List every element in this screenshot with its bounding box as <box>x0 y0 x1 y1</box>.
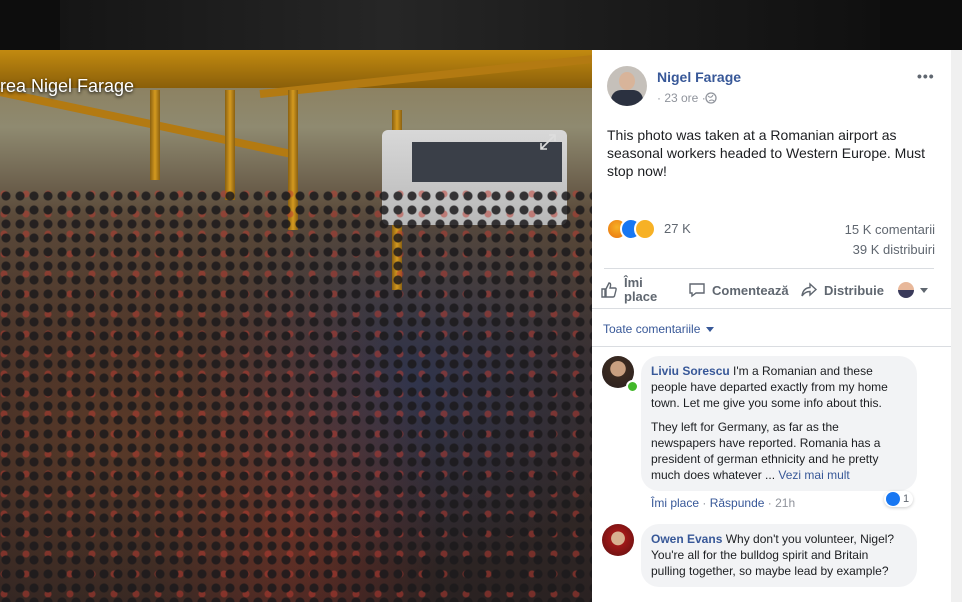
comment-bubble: Liviu Sorescu I'm a Romanian and these p… <box>641 356 917 491</box>
divider <box>592 308 951 309</box>
commenter-name[interactable]: Owen Evans <box>651 532 722 546</box>
comments-sort[interactable]: Toate comentariile <box>603 322 715 336</box>
scrollbar[interactable] <box>951 50 962 602</box>
comment-text: Why don't you volunteer, Nigel? <box>725 532 895 546</box>
author-avatar[interactable] <box>607 66 647 106</box>
comments-sort-label: Toate comentariile <box>603 322 701 336</box>
top-bar <box>0 0 962 50</box>
crowd <box>0 190 592 602</box>
divider <box>592 346 951 347</box>
comment-time[interactable]: 21h <box>775 496 795 510</box>
pillar <box>150 90 160 180</box>
comment-bubble: Owen Evans Why don't you volunteer, Nige… <box>641 524 917 587</box>
reactions-count: 27 K <box>664 221 691 236</box>
viewer-selector[interactable] <box>898 272 928 308</box>
comment-icon <box>689 283 705 298</box>
comment-like-link[interactable]: Îmi place <box>651 496 699 510</box>
author-name[interactable]: Nigel Farage <box>657 69 741 85</box>
comment-label: Comentează <box>712 282 789 298</box>
comments-count[interactable]: 15 K comentarii <box>845 222 935 237</box>
share-icon <box>801 282 818 297</box>
post-actions: Îmi place Comentează Distribuie <box>592 272 951 308</box>
comment-reply-link[interactable]: Răspunde <box>710 496 765 510</box>
roof-beam <box>0 88 295 159</box>
post-text: This photo was taken at a Romanian airpo… <box>607 127 926 179</box>
comment-reaction-count: 1 <box>903 493 910 505</box>
online-status-icon <box>626 380 639 393</box>
viewer-avatar <box>898 282 914 298</box>
post-panel: Nigel Farage · 23 ore · ••• This photo w… <box>592 50 951 602</box>
caret-down-icon <box>920 287 928 293</box>
comment-text: You're all for the bulldog spirit and Br… <box>651 548 889 578</box>
more-icon[interactable]: ••• <box>917 68 935 84</box>
commenter-avatar[interactable] <box>602 524 634 556</box>
blurred-background <box>60 0 880 50</box>
commenter-name[interactable]: Liviu Sorescu <box>651 364 730 378</box>
pillar <box>225 90 235 200</box>
like-button[interactable]: Îmi place <box>600 272 662 308</box>
like-icon <box>601 282 617 298</box>
expand-icon[interactable] <box>538 132 558 152</box>
photo-title: rea Nigel Farage <box>0 76 135 96</box>
wow-reaction-icon <box>634 218 656 240</box>
divider <box>604 268 934 269</box>
globe-icon <box>705 92 717 104</box>
shares-count[interactable]: 39 K distribuiri <box>853 242 935 257</box>
comment-reactions[interactable]: 1 <box>884 491 914 507</box>
caret-down-icon <box>706 326 715 332</box>
see-more-link[interactable]: Vezi mai mult <box>778 468 849 482</box>
share-button[interactable]: Distribuie <box>800 272 884 308</box>
post-photo[interactable]: rea Nigel Farage <box>0 50 592 602</box>
post-time[interactable]: · 23 ore · <box>657 91 706 105</box>
share-label: Distribuie <box>824 282 884 298</box>
like-label: Îmi place <box>624 275 658 304</box>
like-reaction-icon <box>886 492 900 506</box>
comment-meta: Îmi place · Răspunde · 21h <box>651 496 796 510</box>
comment-button[interactable]: Comentează <box>688 272 789 308</box>
